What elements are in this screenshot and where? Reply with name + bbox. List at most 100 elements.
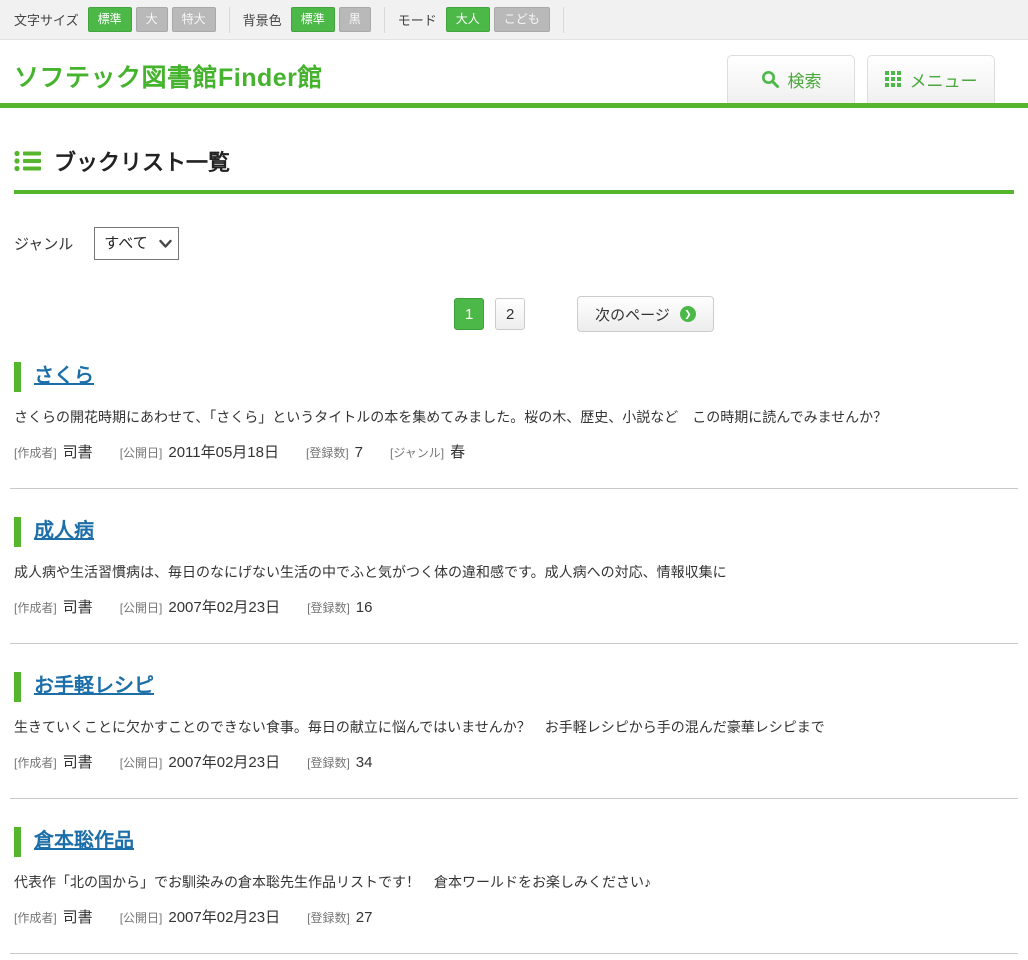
search-button-label: 検索 — [788, 67, 822, 92]
menu-grid-icon — [885, 71, 902, 88]
booklist-meta-row: [作成者] 司書 [公開日] 2011年05月18日 [登録数] 7 [ジャンル] 春 — [14, 441, 1014, 462]
meta-value: 司書 — [63, 906, 93, 927]
mode-kids-button[interactable]: こども — [494, 7, 550, 31]
booklist-meta-row: [作成者] 司書 [公開日] 2007年02月23日 [登録数] 34 — [14, 751, 1014, 772]
toolbar-separator — [229, 7, 230, 33]
meta-value: 春 — [450, 441, 465, 462]
booklist-description: さくらの開花時期にあわせて、「さくら」というタイトルの本を集めてみました。桜の木… — [14, 407, 1014, 427]
meta-value: 7 — [355, 444, 363, 461]
list-icon — [14, 150, 41, 172]
page-title: ブックリスト一覧 — [54, 145, 230, 177]
font-size-large-button[interactable]: 大 — [136, 7, 168, 31]
booklist-title-row: 成人病 — [14, 517, 1014, 547]
font-size-group: 文字サイズ 標準 大 特大 — [14, 7, 220, 31]
page-title-row: ブックリスト一覧 — [14, 145, 1014, 177]
genre-select-wrap: すべて — [94, 227, 179, 260]
meta-value: 27 — [356, 909, 373, 926]
page-button-2[interactable]: 2 — [495, 298, 525, 330]
menu-button[interactable]: メニュー — [867, 55, 995, 103]
meta-pair: [登録数] 16 — [307, 599, 372, 616]
meta-pair: [作成者] 司書 — [14, 906, 93, 927]
background-color-label: 背景色 — [243, 10, 282, 29]
meta-label: [登録数] — [306, 444, 349, 461]
meta-value: 2011年05月18日 — [168, 441, 279, 462]
arrow-right-icon: ❯ — [680, 306, 696, 322]
meta-pair: [登録数] 34 — [307, 754, 372, 771]
meta-pair: [作成者] 司書 — [14, 751, 93, 772]
booklist-title-link[interactable]: お手軽レシピ — [34, 675, 154, 697]
booklist-item: お手軽レシピ 生きていくことに欠かすことのできない食事。毎日の献立に悩んではいま… — [14, 644, 1014, 772]
booklist-meta-row: [作成者] 司書 [公開日] 2007年02月23日 [登録数] 16 — [14, 596, 1014, 617]
meta-pair: [公開日] 2007年02月23日 — [120, 596, 280, 617]
toolbar-separator — [563, 7, 564, 33]
booklist-title-row: 倉本聡作品 — [14, 827, 1014, 857]
meta-label: [公開日] — [120, 444, 163, 461]
meta-label: [公開日] — [120, 599, 163, 616]
next-page-label: 次のページ — [595, 304, 670, 325]
booklist-description: 代表作「北の国から」でお馴染みの倉本聡先生作品リストです！ 倉本ワールドをお楽し… — [14, 872, 1014, 892]
toolbar-separator — [384, 7, 385, 33]
booklist-description: 生きていくことに欠かすことのできない食事。毎日の献立に悩んではいませんか？ お手… — [14, 717, 1014, 737]
meta-label: [作成者] — [14, 909, 57, 926]
title-underline — [14, 190, 1014, 194]
meta-label: [公開日] — [120, 754, 163, 771]
font-size-label: 文字サイズ — [14, 10, 79, 29]
font-size-xlarge-button[interactable]: 特大 — [172, 7, 216, 31]
booklist-meta-row: [作成者] 司書 [公開日] 2007年02月23日 [登録数] 27 — [14, 906, 1014, 927]
meta-value: 司書 — [63, 596, 93, 617]
meta-value: 34 — [356, 754, 373, 771]
meta-label: [ジャンル] — [390, 444, 444, 461]
meta-pair: [作成者] 司書 — [14, 441, 93, 462]
meta-pair: [登録数] 27 — [307, 909, 372, 926]
meta-pair: [公開日] 2011年05月18日 — [120, 441, 279, 462]
site-title-link[interactable]: ソフテック図書館Finder館 — [14, 58, 323, 94]
meta-label: [作成者] — [14, 754, 57, 771]
meta-pair: [公開日] 2007年02月23日 — [120, 751, 280, 772]
mode-group: モード 大人 こども — [398, 7, 554, 31]
genre-filter-row: ジャンル すべて — [14, 227, 1014, 260]
booklist-description: 成人病や生活習慣病は、毎日のなにげない生活の中でふと気がつく体の違和感です。成人… — [14, 562, 1014, 582]
meta-pair: [ジャンル] 春 — [390, 441, 465, 462]
meta-label: [作成者] — [14, 444, 57, 461]
genre-select[interactable]: すべて — [94, 227, 179, 260]
main-content: ブックリスト一覧 ジャンル すべて 1 2 次のページ ❯ さくら さくらの開花… — [0, 145, 1028, 954]
pagination: 1 2 次のページ ❯ — [84, 296, 1028, 332]
meta-value: 司書 — [63, 751, 93, 772]
meta-label: [登録数] — [307, 909, 350, 926]
meta-label: [登録数] — [307, 754, 350, 771]
search-button[interactable]: 検索 — [727, 55, 855, 103]
meta-value: 2007年02月23日 — [168, 906, 280, 927]
meta-pair: [作成者] 司書 — [14, 596, 93, 617]
meta-pair: [公開日] 2007年02月23日 — [120, 906, 280, 927]
meta-value: 2007年02月23日 — [168, 596, 280, 617]
site-header: ソフテック図書館Finder館 検索 メニュー — [0, 40, 1028, 108]
font-size-standard-button[interactable]: 標準 — [88, 7, 132, 31]
bg-standard-button[interactable]: 標準 — [291, 7, 335, 31]
booklist-title-link[interactable]: さくら — [34, 365, 94, 387]
booklist-title-row: さくら — [14, 362, 1014, 392]
meta-value: 司書 — [63, 441, 93, 462]
booklist-title-link[interactable]: 倉本聡作品 — [34, 830, 134, 852]
meta-label: [公開日] — [120, 909, 163, 926]
meta-label: [作成者] — [14, 599, 57, 616]
bg-black-button[interactable]: 黒 — [339, 7, 371, 31]
page-button-1[interactable]: 1 — [454, 298, 484, 330]
utility-bar: 文字サイズ 標準 大 特大 背景色 標準 黒 モード 大人 こども — [0, 0, 1028, 40]
search-icon — [761, 70, 780, 89]
booklist-item: さくら さくらの開花時期にあわせて、「さくら」というタイトルの本を集めてみました… — [14, 334, 1014, 462]
booklist-title-link[interactable]: 成人病 — [34, 520, 94, 542]
mode-label: モード — [398, 10, 437, 29]
booklist-item: 成人病 成人病や生活習慣病は、毎日のなにげない生活の中でふと気がつく体の違和感で… — [14, 489, 1014, 617]
meta-label: [登録数] — [307, 599, 350, 616]
booklist-item: 倉本聡作品 代表作「北の国から」でお馴染みの倉本聡先生作品リストです！ 倉本ワー… — [14, 799, 1014, 927]
next-page-button[interactable]: 次のページ ❯ — [577, 296, 714, 332]
background-color-group: 背景色 標準 黒 — [243, 7, 375, 31]
menu-button-label: メニュー — [910, 67, 978, 92]
meta-value: 2007年02月23日 — [168, 751, 280, 772]
genre-label: ジャンル — [14, 233, 73, 254]
meta-pair: [登録数] 7 — [306, 444, 363, 461]
meta-value: 16 — [356, 599, 373, 616]
mode-adult-button[interactable]: 大人 — [446, 7, 490, 31]
booklist-container: さくら さくらの開花時期にあわせて、「さくら」というタイトルの本を集めてみました… — [14, 334, 1014, 954]
booklist-title-row: お手軽レシピ — [14, 672, 1014, 702]
